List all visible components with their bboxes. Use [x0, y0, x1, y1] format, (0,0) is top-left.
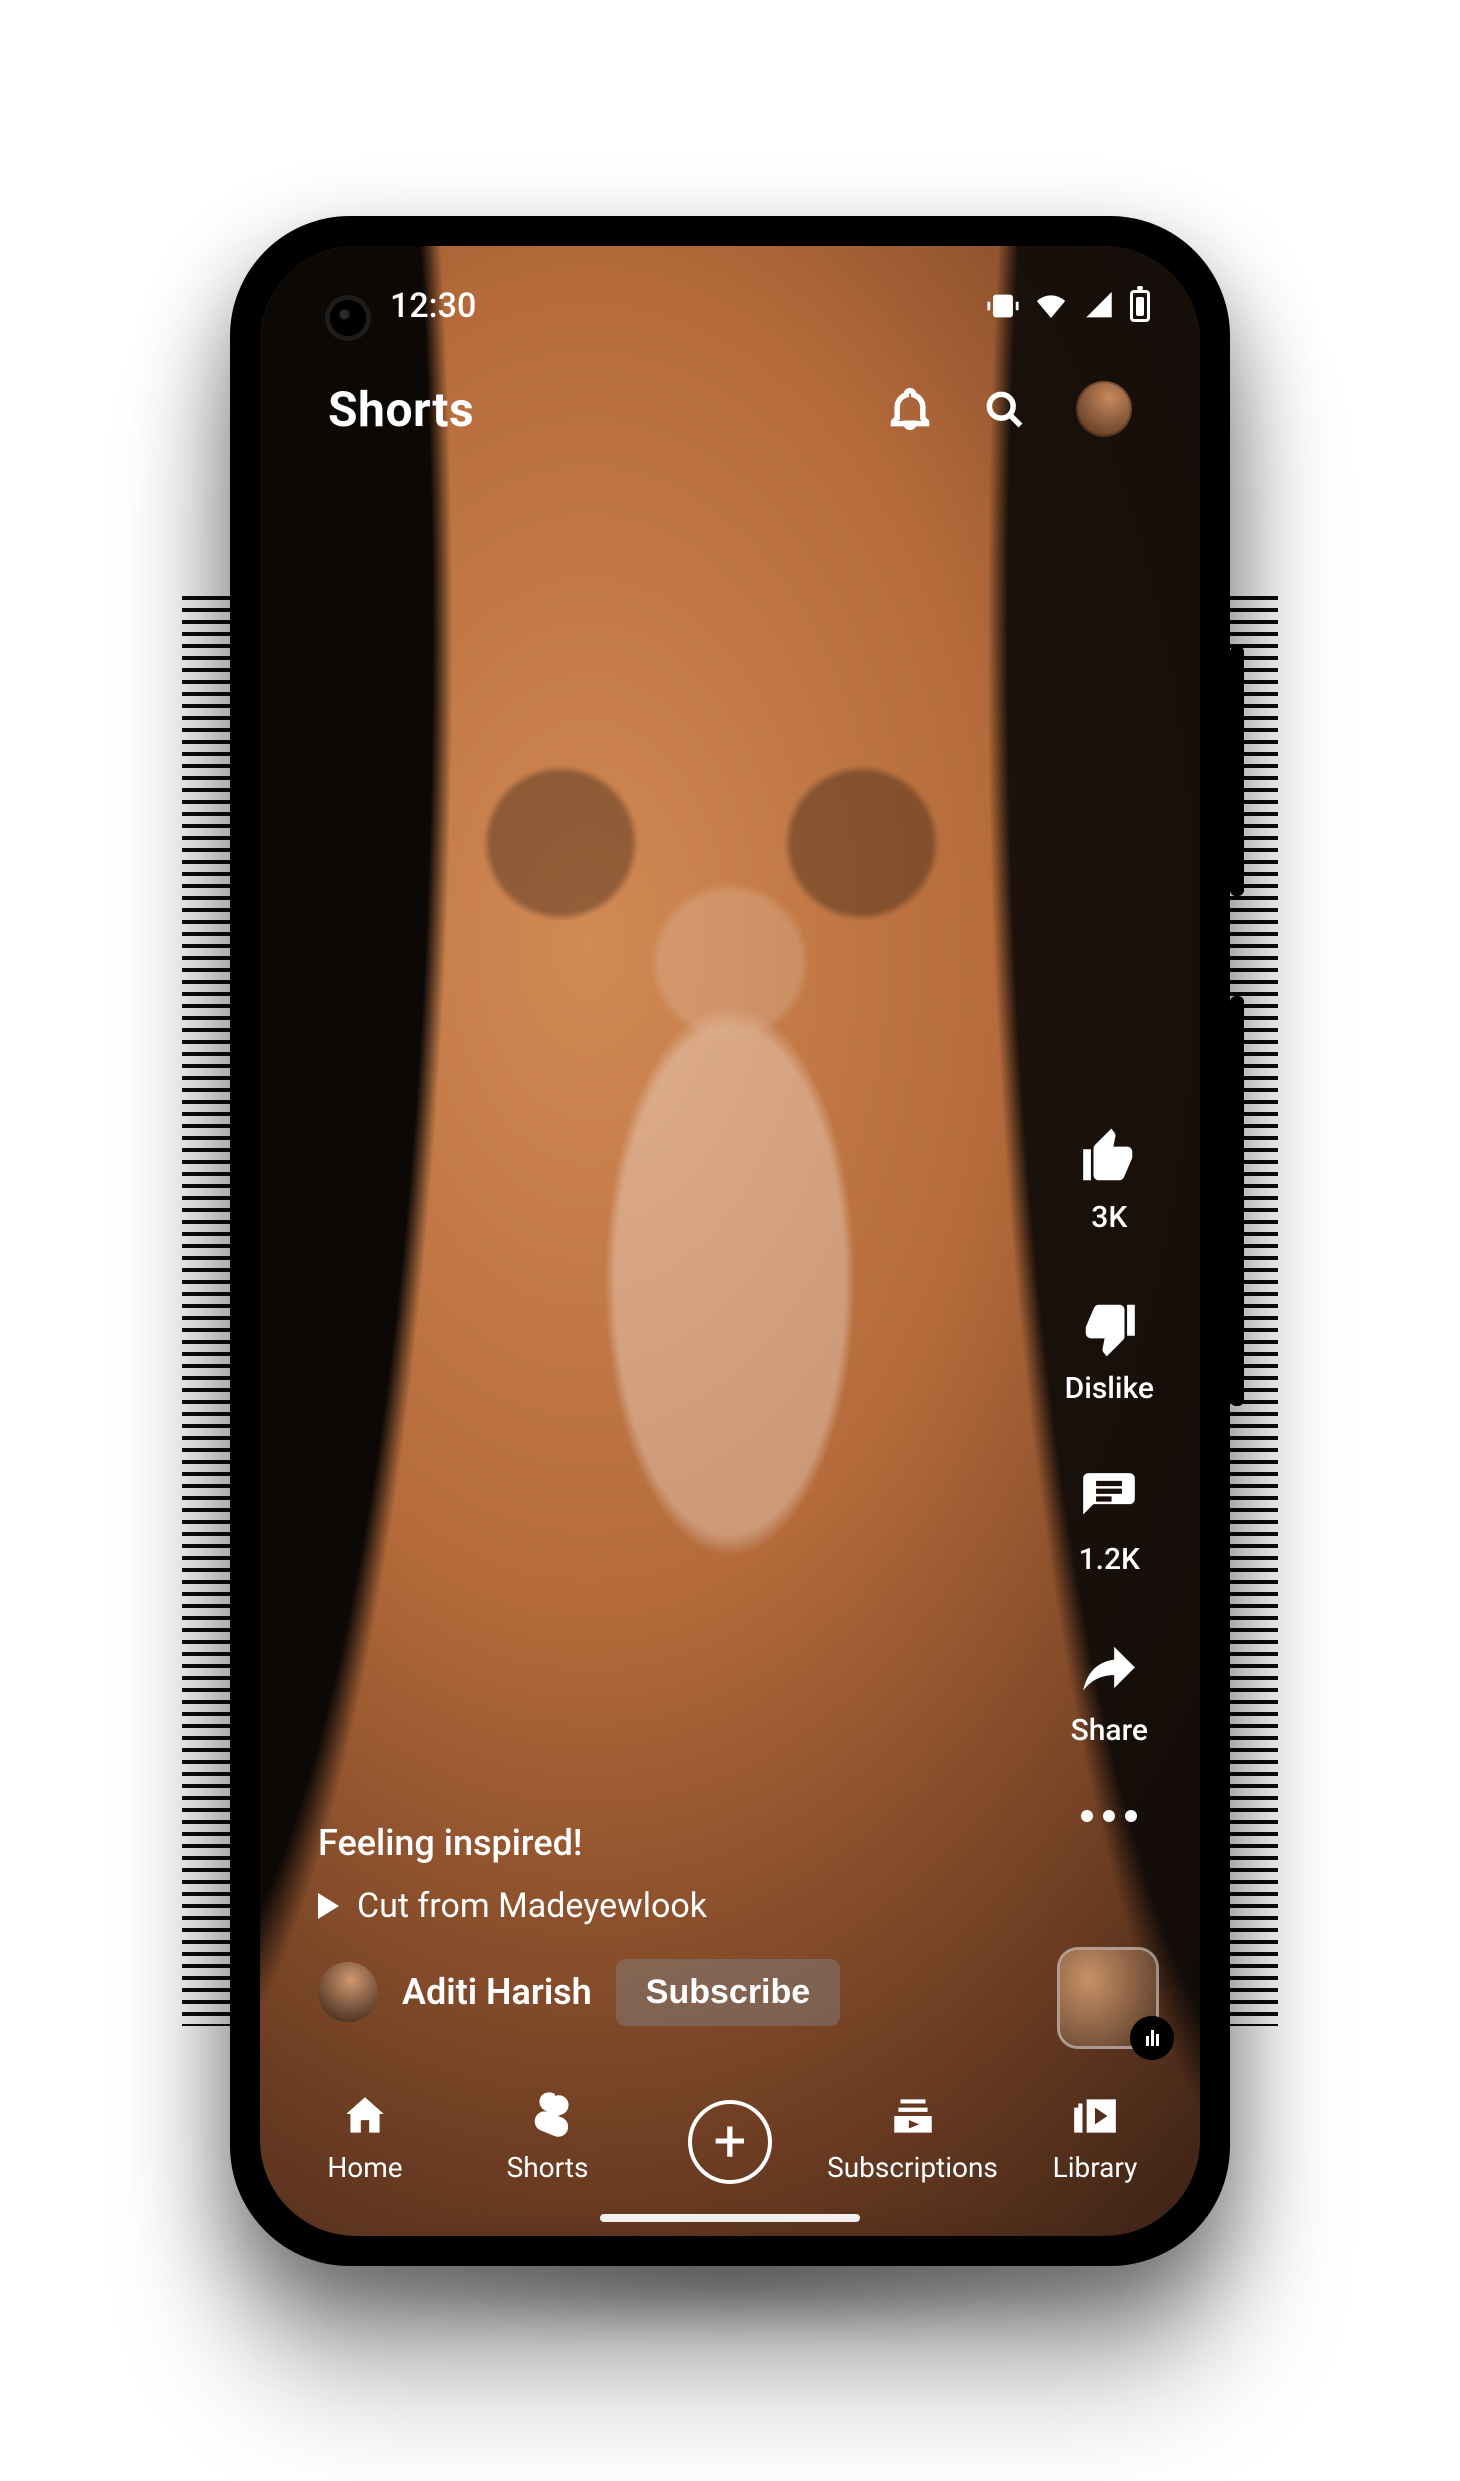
creator-row: Aditi Harish Subscribe: [318, 1959, 840, 2026]
notifications-icon[interactable]: [888, 387, 932, 431]
tab-subscriptions-label: Subscriptions: [827, 2151, 998, 2184]
cell-signal-icon: [1082, 289, 1116, 323]
share-label: Share: [1071, 1713, 1148, 1748]
video-bg-right: [900, 246, 1200, 2236]
dislike-label: Dislike: [1065, 1371, 1154, 1406]
cut-from-label: Cut from Madeyewlook: [357, 1886, 707, 1926]
creator-name[interactable]: Aditi Harish: [402, 1971, 592, 2013]
page-title: Shorts: [328, 381, 474, 438]
device-power-button: [1230, 996, 1244, 1406]
like-count: 3K: [1091, 1200, 1127, 1235]
battery-icon: [1130, 290, 1150, 322]
status-time: 12:30: [390, 286, 476, 326]
tab-library[interactable]: Library: [1020, 2091, 1170, 2184]
phone-mock: 12:30 Shorts: [230, 216, 1230, 2266]
creator-avatar[interactable]: [318, 1962, 378, 2022]
bottom-nav: Home Shorts + Subscriptions Library: [260, 2091, 1200, 2200]
app-bar: Shorts: [260, 381, 1200, 438]
equalizer-icon: [1140, 2026, 1164, 2050]
share-icon: [1078, 1639, 1140, 1701]
dislike-button[interactable]: Dislike: [1065, 1297, 1154, 1406]
status-icons: [986, 289, 1150, 323]
tab-create[interactable]: +: [655, 2100, 805, 2184]
tab-home[interactable]: Home: [290, 2091, 440, 2184]
thumb-down-icon: [1078, 1297, 1140, 1359]
device-shadow-left: [182, 596, 230, 2026]
library-icon: [1070, 2091, 1120, 2141]
screen[interactable]: 12:30 Shorts: [260, 246, 1200, 2236]
video-meta: Feeling inspired! Cut from Madeyewlook: [318, 1822, 1000, 1926]
action-rail: 3K Dislike 1.2K Share: [1065, 1126, 1154, 1822]
status-bar: 12:30: [260, 286, 1200, 326]
comments-count: 1.2K: [1079, 1542, 1140, 1577]
like-button[interactable]: 3K: [1078, 1126, 1140, 1235]
device-volume-button: [1230, 646, 1244, 896]
comment-icon: [1078, 1468, 1140, 1530]
more-horizontal-icon: [1081, 1810, 1137, 1822]
cut-from-button[interactable]: Cut from Madeyewlook: [318, 1886, 1000, 1926]
home-icon: [340, 2091, 390, 2141]
share-button[interactable]: Share: [1071, 1639, 1148, 1748]
play-triangle-icon: [318, 1893, 339, 1919]
subscriptions-icon: [888, 2091, 938, 2141]
account-avatar[interactable]: [1076, 381, 1132, 437]
search-icon[interactable]: [982, 387, 1026, 431]
tab-subscriptions[interactable]: Subscriptions: [838, 2091, 988, 2184]
create-circle-icon: +: [688, 2100, 772, 2184]
subscribe-button[interactable]: Subscribe: [616, 1959, 840, 2026]
sound-badge[interactable]: [1130, 2016, 1174, 2060]
thumb-up-icon: [1078, 1126, 1140, 1188]
wifi-icon: [1034, 289, 1068, 323]
more-button[interactable]: [1081, 1810, 1137, 1822]
video-bg-left: [260, 246, 560, 2236]
device-frame: 12:30 Shorts: [230, 216, 1230, 2266]
shorts-icon: [523, 2091, 573, 2141]
comments-button[interactable]: 1.2K: [1078, 1468, 1140, 1577]
tab-shorts[interactable]: Shorts: [473, 2091, 623, 2184]
video-caption: Feeling inspired!: [318, 1822, 1000, 1864]
tab-library-label: Library: [1053, 2151, 1138, 2184]
tab-shorts-label: Shorts: [507, 2151, 589, 2184]
tab-home-label: Home: [327, 2151, 402, 2184]
device-cast-shadow: [290, 2216, 1170, 2336]
vibrate-icon: [986, 289, 1020, 323]
